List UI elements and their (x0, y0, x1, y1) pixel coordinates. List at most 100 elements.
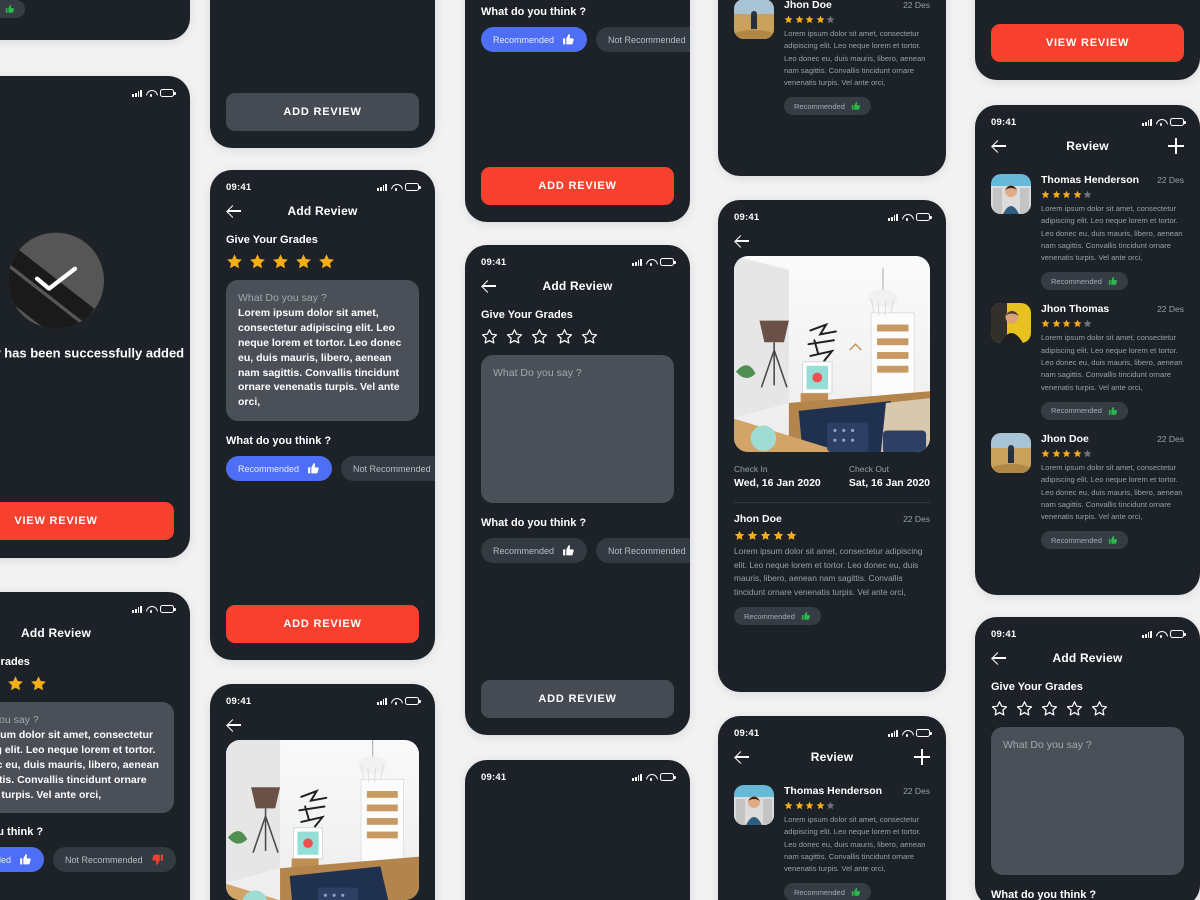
status-bar: 09:41 (226, 684, 421, 710)
wifi-icon (391, 697, 401, 705)
list-item[interactable]: Jhon Thomas 22 Des Lorem ipsum dolor sit… (991, 303, 1184, 420)
phone-add-review-tail-red: What do you think ? Recommended Not Reco… (465, 0, 690, 222)
page-title: Add Review (1052, 651, 1123, 665)
recommended-label: Recommended (1051, 406, 1102, 416)
star-icon[interactable] (318, 253, 335, 270)
wifi-icon (146, 89, 156, 97)
reviewer-name: Jhon Doe (784, 0, 832, 11)
star-icon[interactable] (249, 253, 266, 270)
page-title: Add Review (542, 279, 613, 293)
review-rating (734, 530, 930, 541)
star-icon (747, 530, 758, 540)
rating-stars[interactable] (991, 700, 1184, 717)
review-textarea[interactable]: What Do you say ? Lorem ipsum dolor sit … (226, 280, 419, 422)
star-icon[interactable] (581, 328, 598, 345)
textarea-placeholder: What Do you say ? (0, 714, 39, 726)
list-item[interactable]: Thomas Henderson 22 Des Lorem ipsum dolo… (734, 785, 930, 900)
not-recommended-chip[interactable]: Not Recommended (596, 538, 690, 563)
list-item[interactable]: Jhon Doe 22 Des Lorem ipsum dolor sit am… (991, 432, 1184, 550)
add-review-button[interactable]: ADD REVIEW (481, 680, 674, 718)
not-recommended-chip[interactable]: Not Recommended (53, 847, 176, 873)
textarea-placeholder: What Do you say ? (238, 292, 327, 304)
check-in-label: Check In (734, 464, 768, 474)
star-icon[interactable] (0, 675, 1, 692)
star-icon[interactable] (1091, 700, 1108, 717)
star-icon[interactable] (272, 253, 289, 270)
star-icon[interactable] (295, 253, 312, 270)
star-icon[interactable] (556, 328, 573, 345)
status-badge: Recommended (784, 883, 871, 900)
plus-icon[interactable] (1168, 138, 1184, 154)
review-rating (784, 15, 930, 24)
nav-bar: Add Review (0, 618, 174, 648)
chip-label: Recommended (493, 545, 555, 556)
review-textarea[interactable]: What Do you say ? Lorem ipsum dolor sit … (0, 702, 174, 814)
back-arrow-icon[interactable] (226, 716, 244, 734)
star-icon[interactable] (1016, 700, 1033, 717)
recommended-chip[interactable]: Recommended (226, 456, 333, 482)
star-icon[interactable] (1066, 700, 1083, 717)
check-in-value: Wed, 16 Jan 2020 (734, 477, 821, 489)
list-item[interactable]: Thomas Henderson 22 Des Lorem ipsum dolo… (991, 174, 1184, 291)
review-text: Lorem ipsum dolor sit amet, consectetur … (1041, 462, 1183, 522)
not-recommended-chip[interactable]: Not Recommended (341, 456, 435, 482)
add-review-button[interactable]: ADD REVIEW (481, 167, 674, 205)
recommended-chip[interactable]: Recommended (0, 847, 45, 873)
star-icon (826, 15, 835, 24)
rating-stars[interactable] (481, 328, 674, 345)
signal-icon (132, 605, 142, 613)
star-icon[interactable] (7, 675, 24, 692)
view-review-button[interactable]: VIEW REVIEW (991, 24, 1184, 62)
star-icon[interactable] (531, 328, 548, 345)
phone-review-success: 09:41 Your review has been successfully … (0, 76, 190, 558)
recommendation-chips: Recommended Not Recommended (481, 538, 690, 563)
recommendation-chips: Recommended Not Recommended (0, 847, 176, 873)
chip-label: Not Recommended (65, 854, 143, 865)
recommended-chip[interactable]: Recommended (481, 538, 588, 563)
star-icon (795, 801, 803, 810)
view-review-button[interactable]: VIEW REVIEW (0, 502, 174, 540)
signal-icon (888, 729, 898, 737)
star-icon (795, 15, 803, 24)
signal-icon (1142, 630, 1152, 638)
check-out-label: Check Out (848, 464, 890, 474)
status-badge: Recommended (1041, 272, 1128, 291)
avatar (991, 174, 1031, 214)
star-icon (1041, 320, 1050, 328)
wifi-icon (1156, 118, 1166, 126)
recommended-chip[interactable]: Recommended (481, 27, 588, 52)
review-date: 22 Des (903, 786, 930, 796)
back-arrow-icon[interactable] (734, 232, 752, 250)
signal-icon (377, 183, 387, 191)
check-out-block: Check Out Sat, 16 Jan 2020 (849, 464, 930, 489)
nav-bar: Review (991, 131, 1184, 161)
rating-stars[interactable] (0, 675, 174, 692)
phone-add-review-empty: 09:41 Add Review Give Your Grades What D… (465, 245, 690, 735)
chip-label: Not Recommended (353, 463, 431, 474)
status-bar: 09:41 (734, 200, 932, 226)
plus-icon[interactable] (914, 749, 930, 765)
not-recommended-chip[interactable]: Not Recommended (596, 27, 690, 52)
star-icon[interactable] (991, 700, 1008, 717)
give-grades-label: Give Your Grades (226, 234, 318, 246)
chip-label: Recommended (0, 854, 12, 865)
review-textarea[interactable]: What Do you say ? (481, 355, 674, 503)
screenshot-board: Recommended 09:41 (0, 0, 1200, 900)
add-review-button[interactable]: ADD REVIEW (226, 605, 419, 643)
rating-stars[interactable] (226, 253, 419, 270)
star-icon[interactable] (226, 253, 243, 270)
star-icon (784, 15, 793, 24)
review-textarea[interactable]: What Do you say ? (991, 727, 1184, 875)
nav-bar: Add Review (991, 643, 1184, 673)
list-item[interactable]: Jhon Doe 22 Des Lorem ipsum dolor sit am… (734, 0, 930, 116)
status-bar: 09:41 (734, 716, 932, 742)
phone-add-review-empty-bottom: 09:41 Add Review Give Your Grades What D… (975, 617, 1200, 900)
star-icon[interactable] (30, 675, 47, 692)
star-icon[interactable] (506, 328, 523, 345)
recommended-label: Recommended (1051, 535, 1102, 545)
star-icon[interactable] (481, 328, 498, 345)
star-icon[interactable] (1041, 700, 1058, 717)
recommendation-chips: Recommended Not Recommended (481, 27, 690, 52)
status-time: 09:41 (226, 695, 252, 707)
add-review-button[interactable]: ADD REVIEW (226, 93, 419, 131)
